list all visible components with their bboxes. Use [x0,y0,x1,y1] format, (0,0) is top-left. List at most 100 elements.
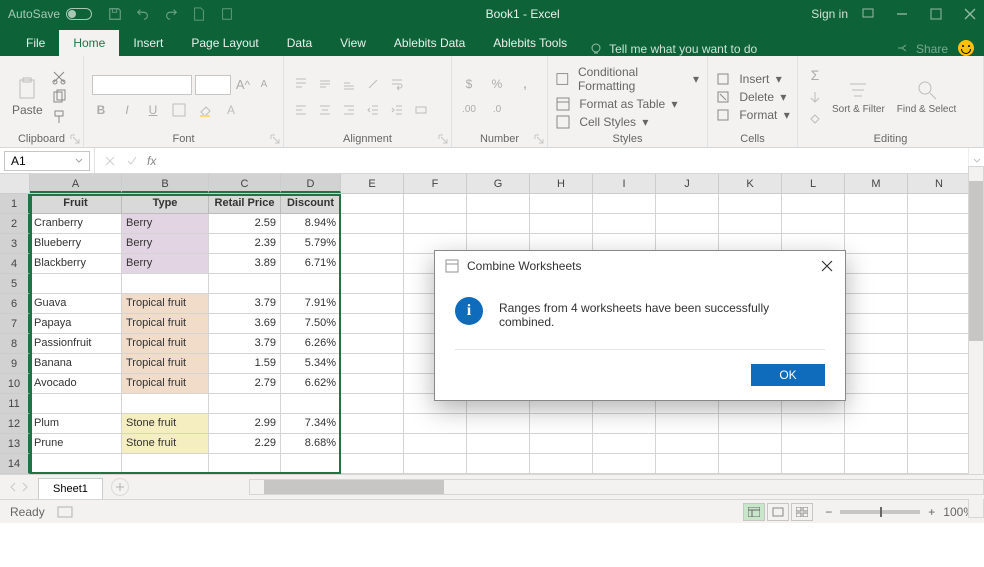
save-icon[interactable] [108,7,122,21]
font-name-input[interactable] [92,75,192,95]
cell[interactable]: Tropical fruit [122,294,209,314]
currency-button[interactable]: $ [460,75,478,93]
clear-button[interactable] [806,110,824,128]
cell[interactable] [908,334,971,354]
format-cells-button[interactable]: Format ▾ [716,108,790,122]
cell[interactable] [845,414,908,434]
cell[interactable]: 2.79 [209,374,281,394]
row-header[interactable]: 10 [0,374,30,394]
cell[interactable] [845,454,908,474]
cell[interactable]: Guava [30,294,122,314]
cell[interactable] [845,354,908,374]
cell[interactable] [845,274,908,294]
cell[interactable] [281,394,341,414]
cell[interactable]: Tropical fruit [122,334,209,354]
add-sheet-button[interactable] [111,478,129,496]
cut-icon[interactable] [51,69,67,85]
row-header[interactable]: 6 [0,294,30,314]
cell[interactable] [845,294,908,314]
cell[interactable] [908,234,971,254]
vertical-scrollbar[interactable] [968,166,984,518]
row-header[interactable]: 11 [0,394,30,414]
cell[interactable] [908,374,971,394]
cell[interactable] [530,194,593,214]
cell[interactable] [908,434,971,454]
row-header[interactable]: 12 [0,414,30,434]
cell[interactable] [908,254,971,274]
row-header[interactable]: 13 [0,434,30,454]
cell[interactable]: 2.59 [209,214,281,234]
tab-ablebits-data[interactable]: Ablebits Data [380,30,479,56]
col-header[interactable]: F [404,174,467,193]
cell[interactable] [341,394,404,414]
increase-indent-button[interactable] [388,101,406,119]
cell[interactable] [719,454,782,474]
sort-filter-button[interactable]: Sort & Filter [828,76,889,117]
ribbon-options-icon[interactable] [862,8,874,20]
find-select-button[interactable]: Find & Select [893,76,960,117]
insert-cells-button[interactable]: Insert ▾ [716,72,790,86]
touch-mode-icon[interactable] [220,7,234,21]
cell[interactable] [341,274,404,294]
cell[interactable]: Stone fruit [122,434,209,454]
cell[interactable]: Tropical fruit [122,314,209,334]
paste-button[interactable]: Paste [8,75,47,119]
cell[interactable] [845,394,908,414]
tab-data[interactable]: Data [273,30,326,56]
font-size-input[interactable] [195,75,231,95]
cell[interactable]: Papaya [30,314,122,334]
dialog-launcher-icon[interactable] [533,133,545,145]
border-button[interactable] [170,101,188,119]
formula-input[interactable] [164,151,968,171]
col-header[interactable]: L [782,174,845,193]
zoom-slider[interactable] [840,510,920,514]
delete-cells-button[interactable]: Delete ▾ [716,90,790,104]
cell[interactable]: 6.71% [281,254,341,274]
cell[interactable] [467,434,530,454]
cell[interactable]: 2.99 [209,414,281,434]
cell[interactable] [908,294,971,314]
decrease-decimal-button[interactable]: .0 [488,101,506,119]
row-header[interactable]: 14 [0,454,30,474]
cell[interactable] [341,454,404,474]
zoom-in-button[interactable]: + [928,505,935,519]
cell[interactable] [656,414,719,434]
col-header[interactable]: K [719,174,782,193]
macro-icon[interactable] [57,506,73,518]
scrollbar-thumb[interactable] [264,480,444,494]
page-break-view-button[interactable] [791,503,813,521]
col-header[interactable]: G [467,174,530,193]
col-header[interactable]: E [341,174,404,193]
cell[interactable] [908,314,971,334]
cell[interactable] [281,454,341,474]
cell[interactable] [782,434,845,454]
cell[interactable] [845,374,908,394]
row-header[interactable]: 8 [0,334,30,354]
cell[interactable] [467,194,530,214]
tell-me[interactable]: Tell me what you want to do [581,42,896,56]
undo-icon[interactable] [136,7,150,21]
row-header[interactable]: 5 [0,274,30,294]
align-center-button[interactable] [316,101,334,119]
row-header[interactable]: 1 [0,194,30,214]
row-header[interactable]: 2 [0,214,30,234]
col-header[interactable]: M [845,174,908,193]
horizontal-scrollbar[interactable] [249,479,984,495]
cell[interactable]: Discount [281,194,341,214]
prev-sheet-icon[interactable] [8,482,18,492]
cell[interactable] [122,274,209,294]
cell[interactable]: Tropical fruit [122,374,209,394]
format-as-table-button[interactable]: Format as Table ▾ [556,97,699,111]
bold-button[interactable]: B [92,101,110,119]
cell[interactable]: 7.50% [281,314,341,334]
cell[interactable] [845,254,908,274]
cell[interactable] [530,454,593,474]
cell[interactable] [845,194,908,214]
align-right-button[interactable] [340,101,358,119]
col-header[interactable]: J [656,174,719,193]
tab-ablebits-tools[interactable]: Ablebits Tools [479,30,581,56]
align-bottom-button[interactable] [340,75,358,93]
font-color-button[interactable]: A [222,101,240,119]
cell[interactable]: 3.89 [209,254,281,274]
cell[interactable] [908,394,971,414]
